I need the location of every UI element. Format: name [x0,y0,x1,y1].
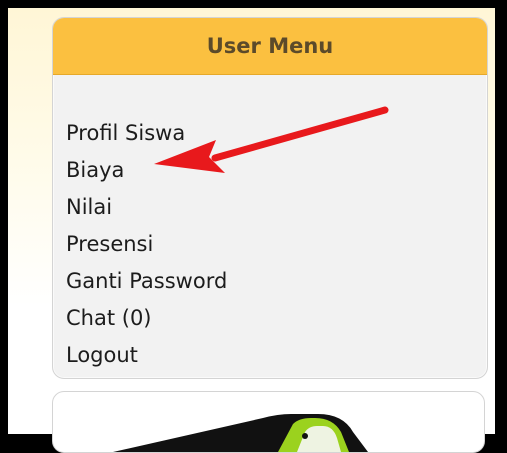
banner-image [113,414,368,452]
user-menu-header: User Menu [53,18,487,75]
menu-item-biaya[interactable]: Biaya [66,152,487,189]
menu-item-chat[interactable]: Chat (0) [66,300,487,337]
divider-line [495,8,499,434]
menu-item-ganti-password[interactable]: Ganti Password [66,263,487,300]
menu-item-logout[interactable]: Logout [66,337,487,374]
user-menu-panel: User Menu Profil Siswa Biaya Nilai Prese… [52,17,488,379]
menu-item-presensi[interactable]: Presensi [66,226,487,263]
user-menu-title: User Menu [206,34,334,58]
menu-item-profil-siswa[interactable]: Profil Siswa [66,115,487,152]
user-menu-list: Profil Siswa Biaya Nilai Presensi Ganti … [53,75,487,374]
banner-panel [52,391,485,453]
menu-item-nilai[interactable]: Nilai [66,189,487,226]
